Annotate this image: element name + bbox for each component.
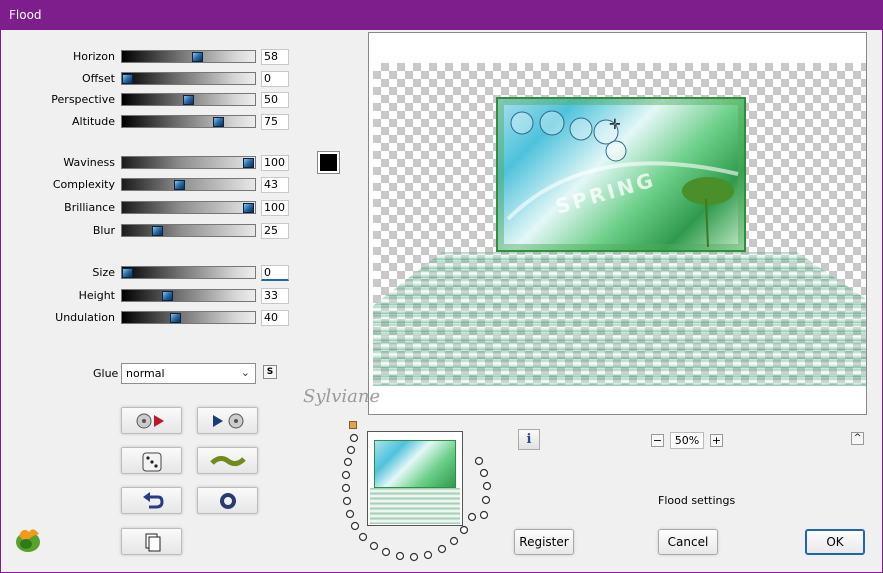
crosshair-icon: ✛ xyxy=(609,117,621,133)
register-label: Register xyxy=(519,535,569,549)
glue-s-button[interactable]: S xyxy=(263,365,277,379)
slider-thumb[interactable] xyxy=(152,226,164,236)
slider-label: Undulation xyxy=(55,311,115,324)
undo-button[interactable] xyxy=(121,487,182,514)
waviness-slider[interactable] xyxy=(121,156,256,169)
zoom-out-button[interactable]: − xyxy=(651,434,664,447)
slider-row-height: Height 33 xyxy=(0,288,300,304)
collapse-button[interactable]: ^ xyxy=(851,432,864,445)
title-bar[interactable]: Flood xyxy=(0,0,883,30)
copy-button[interactable] xyxy=(121,528,182,555)
filter-settings-label: Flood settings xyxy=(658,494,736,507)
slider-label: Height xyxy=(78,289,115,302)
brilliance-value-field[interactable]: 100 xyxy=(261,200,289,216)
glue-label: Glue xyxy=(93,367,119,380)
slider-label: Size xyxy=(92,266,115,279)
perspective-slider[interactable] xyxy=(121,93,256,106)
wave-button[interactable] xyxy=(197,447,258,474)
blur-value-field[interactable]: 25 xyxy=(261,223,289,239)
slider-row-brilliance: Brilliance 100 xyxy=(0,200,300,216)
slider-label: Altitude xyxy=(72,115,115,128)
slider-thumb[interactable] xyxy=(192,52,204,62)
complexity-slider[interactable] xyxy=(121,178,256,191)
ok-button[interactable]: OK xyxy=(805,529,865,555)
slider-row-waviness: Waviness 100 xyxy=(0,155,300,171)
size-slider[interactable] xyxy=(121,266,256,279)
slider-row-blur: Blur 25 xyxy=(0,223,300,239)
wave-icon xyxy=(210,455,246,467)
slider-thumb[interactable] xyxy=(170,313,182,323)
slider-row-horizon: Horizon 58 xyxy=(0,49,300,65)
window-title: Flood xyxy=(9,8,42,22)
save-preset-button[interactable] xyxy=(197,407,258,434)
slider-thumb[interactable] xyxy=(174,180,186,190)
slider-label: Horizon xyxy=(72,50,115,63)
slider-label: Complexity xyxy=(52,178,115,191)
copy-pages-icon xyxy=(145,533,161,552)
perspective-value-field[interactable]: 50 xyxy=(261,92,289,108)
slider-thumb[interactable] xyxy=(243,158,254,168)
slider-thumb[interactable] xyxy=(122,74,133,84)
height-value-field[interactable]: 33 xyxy=(261,288,289,304)
ring-icon xyxy=(220,493,236,509)
slider-row-complexity: Complexity 43 xyxy=(0,177,300,193)
cancel-button[interactable]: Cancel xyxy=(658,529,718,555)
blur-slider[interactable] xyxy=(121,224,256,237)
undulation-slider[interactable] xyxy=(121,311,256,324)
preview-panel[interactable]: SPRING ✛ xyxy=(368,32,867,415)
slider-label: Waviness xyxy=(63,156,115,169)
zoom-in-button[interactable]: + xyxy=(710,434,723,447)
dice-icon xyxy=(142,452,162,472)
randomize-button[interactable] xyxy=(121,447,182,474)
slider-row-undulation: Undulation 40 xyxy=(0,310,300,326)
info-button[interactable]: i xyxy=(518,429,540,450)
undulation-value-field[interactable]: 40 xyxy=(261,310,289,326)
flood-reflection xyxy=(373,252,866,386)
bubbles-icon xyxy=(506,110,739,248)
reset-button[interactable] xyxy=(197,487,258,514)
watermark: Sylviane xyxy=(303,386,381,407)
altitude-slider[interactable] xyxy=(121,115,256,128)
app-logo-icon xyxy=(16,529,40,552)
slider-row-altitude: Altitude 75 xyxy=(0,114,300,130)
complexity-value-field[interactable]: 43 xyxy=(261,177,289,193)
slider-row-size: Size 0 xyxy=(0,265,300,281)
slider-thumb[interactable] xyxy=(182,95,194,105)
thumbnail-reflection xyxy=(370,488,460,524)
slider-thumb[interactable] xyxy=(212,117,224,127)
color-swatch[interactable] xyxy=(317,151,340,174)
slider-thumb[interactable] xyxy=(122,268,133,278)
navigator-thumbnail[interactable] xyxy=(367,431,463,526)
preview-image: SPRING xyxy=(496,97,746,252)
height-slider[interactable] xyxy=(121,289,256,302)
waviness-value-field[interactable]: 100 xyxy=(261,155,289,171)
slider-label: Offset xyxy=(81,72,115,85)
brilliance-slider[interactable] xyxy=(121,201,256,214)
load-preset-button[interactable] xyxy=(121,407,182,434)
slider-label: Brilliance xyxy=(64,201,115,214)
offset-value-field[interactable]: 0 xyxy=(261,71,289,87)
register-button[interactable]: Register xyxy=(514,529,574,555)
size-value-field[interactable]: 0 xyxy=(261,265,289,281)
slider-row-offset: Offset 0 xyxy=(0,71,300,87)
slider-thumb[interactable] xyxy=(161,291,173,301)
slider-label: Blur xyxy=(92,224,115,237)
offset-slider[interactable] xyxy=(121,72,256,85)
disc-arrow-right-icon xyxy=(136,413,164,429)
horizon-value-field[interactable]: 58 xyxy=(261,49,289,65)
cancel-label: Cancel xyxy=(667,535,709,549)
arrow-disc-icon xyxy=(213,413,244,429)
thumbnail-image xyxy=(374,440,456,488)
horizon-slider[interactable] xyxy=(121,50,256,63)
altitude-value-field[interactable]: 75 xyxy=(261,114,289,130)
slider-label: Perspective xyxy=(51,93,115,106)
slider-thumb[interactable] xyxy=(243,203,254,213)
undo-arrow-icon xyxy=(143,492,164,509)
chevron-down-icon: ⌄ xyxy=(240,366,250,379)
ok-label: OK xyxy=(826,535,844,549)
glue-value: normal xyxy=(126,367,165,380)
slider-row-perspective: Perspective 50 xyxy=(0,92,300,108)
zoom-level: 50% xyxy=(670,432,704,449)
glue-dropdown[interactable]: normal ⌄ xyxy=(121,363,256,384)
